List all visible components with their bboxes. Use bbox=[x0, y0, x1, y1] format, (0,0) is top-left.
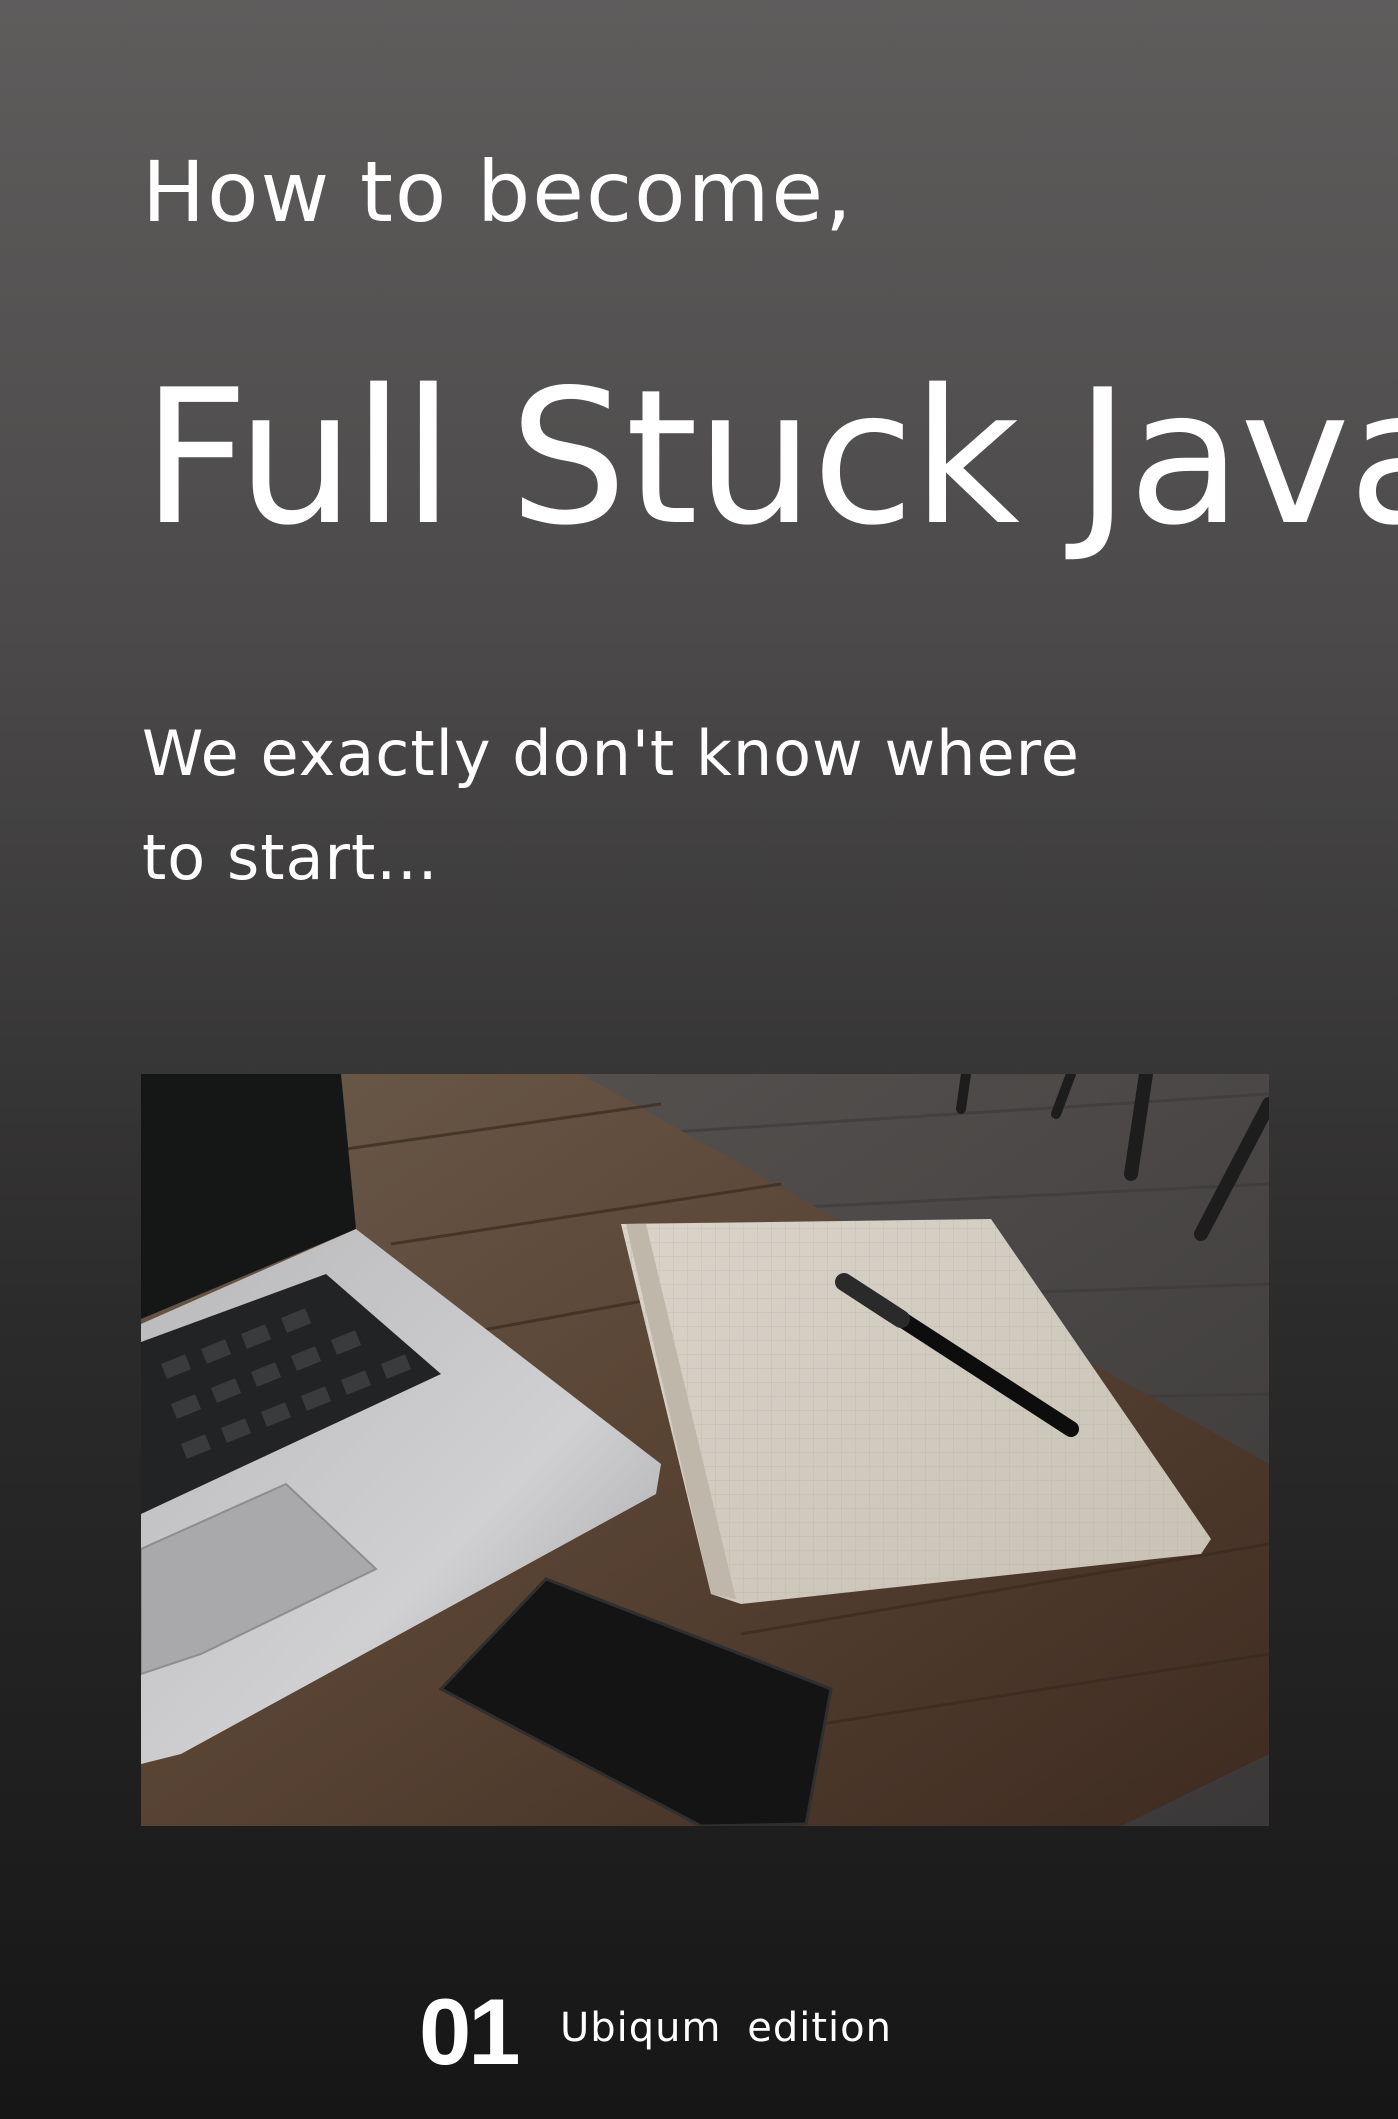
cover-title: Full Stuck Java bbox=[142, 349, 1398, 566]
tagline-line-2: to start... bbox=[142, 821, 439, 894]
edition-label: Ubiqum edition bbox=[560, 2005, 892, 2051]
desk-photo-illustration bbox=[141, 1074, 1269, 1826]
cover-footer: 01 Ubiqum edition bbox=[0, 1976, 1398, 2086]
cover-tagline: We exactly don't know where to start... bbox=[142, 702, 1142, 910]
cover-photo bbox=[141, 1074, 1269, 1826]
cover-kicker: How to become, bbox=[142, 143, 854, 241]
book-cover: How to become, Full Stuck Java We exactl… bbox=[0, 0, 1398, 2119]
tagline-line-1: We exactly don't know where bbox=[142, 717, 1080, 790]
edition-number: 01 bbox=[419, 1979, 521, 2084]
